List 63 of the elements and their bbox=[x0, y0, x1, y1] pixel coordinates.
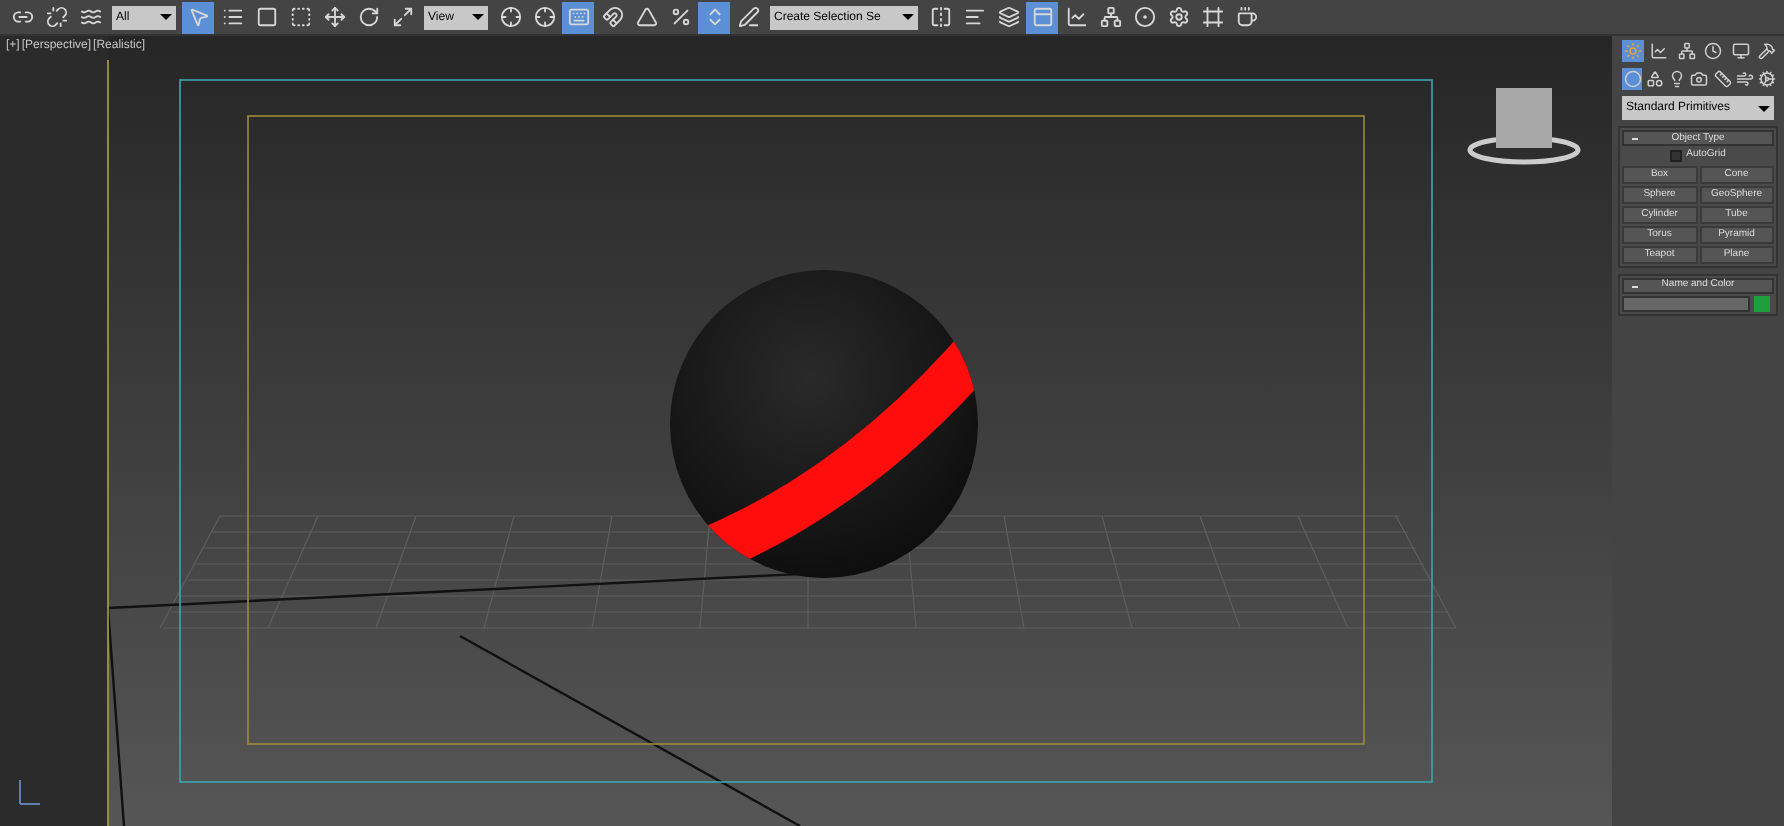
triangle-icon bbox=[635, 6, 657, 28]
panel-tab[interactable] bbox=[1712, 68, 1733, 90]
panel-tab[interactable] bbox=[1689, 68, 1711, 90]
panel-tab[interactable] bbox=[1757, 68, 1778, 90]
frame-icon bbox=[1201, 6, 1223, 28]
pointer-icon bbox=[187, 6, 209, 28]
caret-icon bbox=[472, 14, 484, 20]
motion-icon bbox=[1704, 42, 1723, 60]
mirror-icon bbox=[929, 6, 951, 28]
caret-icon bbox=[160, 14, 172, 20]
panel-tab[interactable] bbox=[1757, 40, 1778, 62]
caret-icon bbox=[902, 14, 914, 20]
viewcube-icon bbox=[1467, 88, 1581, 165]
panel-icon bbox=[1031, 6, 1053, 28]
pen-icon bbox=[737, 6, 759, 28]
move-icon bbox=[323, 6, 345, 28]
align-icon bbox=[963, 6, 985, 28]
utilities-icon bbox=[1758, 42, 1777, 60]
display-icon bbox=[1731, 42, 1750, 60]
panel-tab[interactable] bbox=[1703, 40, 1724, 62]
network-icon bbox=[1099, 6, 1121, 28]
panel-tab[interactable] bbox=[1667, 68, 1688, 90]
sphere-icon bbox=[1133, 6, 1155, 28]
toolbar-button[interactable] bbox=[1026, 1, 1058, 33]
scale-icon bbox=[391, 6, 413, 28]
rotate-icon bbox=[357, 6, 379, 28]
layers-icon bbox=[997, 6, 1019, 28]
helpers-icon bbox=[1713, 70, 1732, 88]
panel-tab[interactable] bbox=[1676, 40, 1697, 62]
crosshair-icon bbox=[499, 6, 521, 28]
lights-icon bbox=[1668, 70, 1687, 88]
axis-tripod-icon bbox=[19, 779, 41, 805]
shapes-icon bbox=[1645, 70, 1664, 88]
panel-tab[interactable] bbox=[1622, 68, 1643, 90]
curve-icon bbox=[1065, 6, 1087, 28]
caret-icon bbox=[1758, 105, 1770, 111]
panel-tab[interactable] bbox=[1649, 40, 1670, 62]
unlink-icon bbox=[45, 6, 67, 28]
toolbar-button[interactable] bbox=[562, 1, 594, 33]
name-field[interactable] bbox=[1622, 295, 1750, 311]
magnet-icon bbox=[601, 6, 623, 28]
toolbar-button[interactable] bbox=[698, 1, 730, 33]
wave-icon bbox=[79, 6, 101, 28]
create-icon bbox=[1623, 42, 1642, 60]
checkbox[interactable] bbox=[1670, 149, 1683, 162]
keyboard-icon bbox=[567, 6, 589, 28]
systems-icon bbox=[1758, 70, 1777, 88]
percent-icon bbox=[669, 6, 691, 28]
hierarchy-icon bbox=[1677, 42, 1696, 60]
spacewarps-icon bbox=[1736, 70, 1755, 88]
settings-icon bbox=[1167, 6, 1189, 28]
panel-tab[interactable] bbox=[1644, 68, 1666, 90]
dashed-square-icon bbox=[289, 6, 311, 28]
color-swatch[interactable] bbox=[1754, 295, 1770, 311]
link-icon bbox=[11, 6, 33, 28]
toolbar-button[interactable] bbox=[182, 1, 214, 33]
modify-icon bbox=[1650, 42, 1669, 60]
panel-tab[interactable] bbox=[1730, 40, 1751, 62]
geometry-icon bbox=[1623, 70, 1642, 88]
panel-tab[interactable] bbox=[1734, 68, 1756, 90]
square-icon bbox=[255, 6, 277, 28]
crosshair-icon bbox=[533, 6, 555, 28]
cameras-icon bbox=[1690, 70, 1709, 88]
